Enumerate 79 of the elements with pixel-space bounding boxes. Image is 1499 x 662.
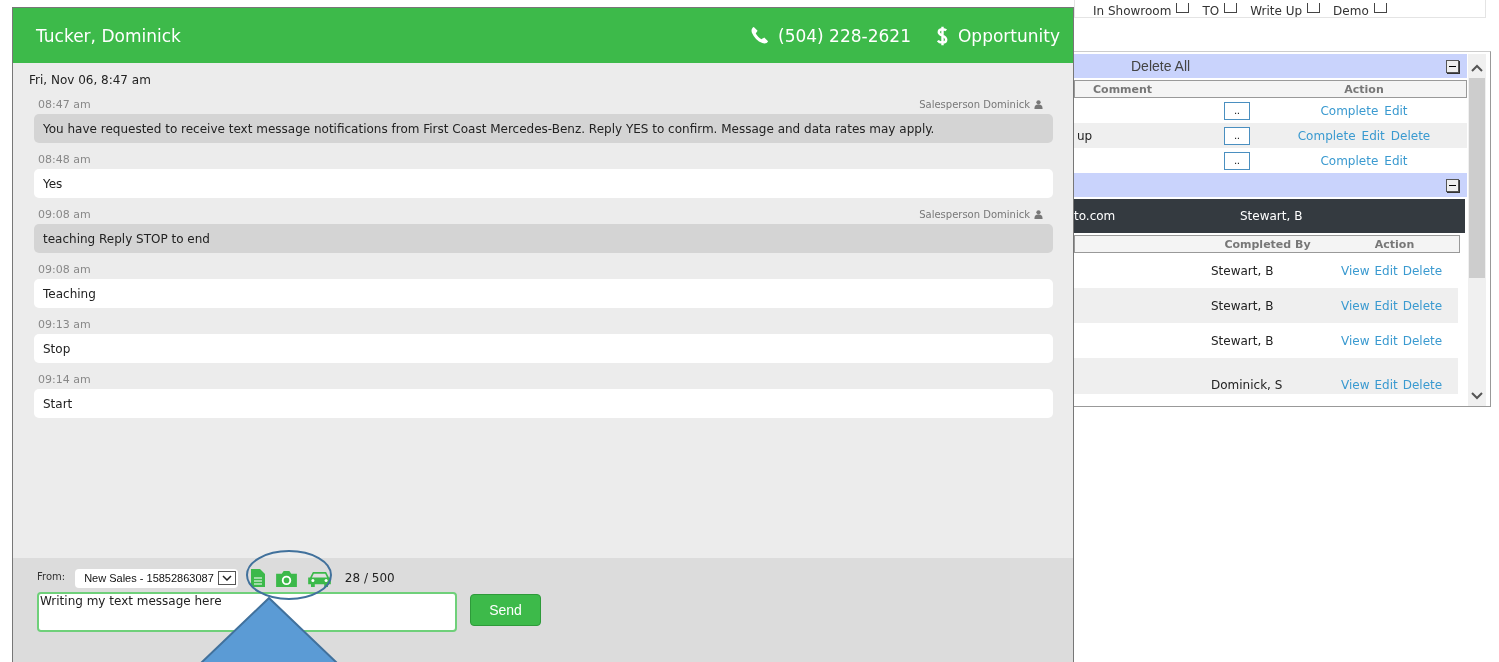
action-link[interactable]: Edit bbox=[1374, 298, 1398, 313]
more-button[interactable]: .. bbox=[1224, 151, 1250, 170]
sent-message: teaching Reply STOP to end bbox=[34, 224, 1053, 253]
checkbox[interactable] bbox=[1176, 3, 1190, 13]
car-icon[interactable] bbox=[307, 569, 331, 587]
action-link[interactable]: Delete bbox=[1402, 333, 1443, 348]
table-cell-text: Stewart, B bbox=[1210, 333, 1275, 348]
more-button[interactable]: .. bbox=[1224, 126, 1250, 145]
conversation-date: Fri, Nov 06, 8:47 am bbox=[29, 73, 152, 87]
action-link[interactable]: Edit bbox=[1374, 263, 1398, 278]
received-message: Teaching bbox=[34, 279, 1053, 308]
action-link[interactable]: Complete bbox=[1297, 128, 1356, 143]
action-link[interactable]: Complete bbox=[1320, 153, 1379, 168]
table-cell: Stewart, B bbox=[1240, 209, 1303, 223]
message-time: 09:08 am bbox=[38, 207, 91, 221]
table-cell: up bbox=[1077, 128, 1093, 143]
column-header: Action bbox=[1373, 237, 1416, 251]
action-link[interactable]: Delete bbox=[1402, 263, 1443, 278]
action-link[interactable]: View bbox=[1341, 333, 1370, 348]
action-link[interactable]: View bbox=[1341, 378, 1370, 392]
collapse-button[interactable] bbox=[1446, 59, 1459, 73]
checkbox-label: Demo bbox=[1333, 5, 1369, 17]
table-cell-text: Stewart, B bbox=[1210, 263, 1275, 278]
sender-name: Salesperson Dominick bbox=[919, 98, 1030, 110]
phone-number[interactable]: (504) 228-2621 bbox=[778, 25, 911, 46]
scrollbar[interactable] bbox=[1468, 54, 1486, 406]
received-message: Yes bbox=[34, 169, 1053, 198]
checkbox[interactable] bbox=[1224, 3, 1238, 13]
message-time: 08:48 am bbox=[38, 152, 91, 166]
action-link[interactable]: Delete bbox=[1402, 378, 1443, 392]
from-dropdown[interactable]: New Sales - 15852863087 bbox=[75, 568, 238, 588]
message-field[interactable]: Writing my text message here bbox=[37, 592, 457, 632]
more-button[interactable]: .. bbox=[1224, 101, 1250, 120]
character-count: 28 / 500 bbox=[344, 571, 395, 585]
delete-all-link[interactable]: Delete All bbox=[1131, 58, 1191, 74]
checkbox-label: In Showroom bbox=[1093, 5, 1172, 17]
message-time: 08:47 am bbox=[38, 97, 91, 111]
table-cell-text: Dominick, S bbox=[1210, 378, 1284, 392]
message-time: 09:08 am bbox=[38, 262, 91, 276]
dollar-icon bbox=[935, 24, 949, 47]
checkbox[interactable] bbox=[1373, 3, 1387, 13]
column-header: Action bbox=[1343, 82, 1385, 96]
action-link[interactable]: Edit bbox=[1384, 103, 1408, 118]
action-link[interactable]: View bbox=[1341, 298, 1370, 313]
action-link[interactable]: Edit bbox=[1374, 378, 1398, 392]
checkbox-label: TO bbox=[1202, 5, 1220, 17]
table-cell-text: Stewart, B bbox=[1210, 298, 1275, 313]
caret-icon bbox=[221, 575, 232, 581]
action-link[interactable]: Delete bbox=[1390, 128, 1431, 143]
collapse-button[interactable] bbox=[1446, 178, 1459, 192]
camera-icon[interactable] bbox=[275, 569, 297, 587]
action-link[interactable]: View bbox=[1341, 263, 1370, 278]
action-link[interactable]: Edit bbox=[1384, 153, 1408, 168]
from-label: From: bbox=[37, 570, 66, 582]
send-button[interactable]: Send bbox=[470, 594, 541, 626]
sent-message: You have requested to receive text message notifications from First Coast Mercedes-Benz. Reply YES to confirm. Message and data rates may apply. bbox=[34, 114, 1053, 143]
column-header: Comment bbox=[1092, 82, 1154, 96]
action-link[interactable]: Edit bbox=[1361, 128, 1385, 143]
action-link[interactable]: Edit bbox=[1374, 333, 1398, 348]
scroll-down-icon[interactable] bbox=[1471, 392, 1483, 400]
person-icon bbox=[1034, 209, 1043, 219]
person-icon bbox=[1034, 99, 1043, 109]
action-link[interactable]: Delete bbox=[1402, 298, 1443, 313]
checkbox-label: Write Up bbox=[1250, 5, 1303, 17]
table-cell-text: to.com bbox=[1074, 209, 1117, 223]
column-header: Completed By bbox=[1223, 237, 1312, 251]
phone-icon bbox=[750, 26, 769, 45]
scrollbar-thumb[interactable] bbox=[1469, 78, 1485, 278]
received-message: Stop bbox=[34, 334, 1053, 363]
scroll-up-icon[interactable] bbox=[1471, 64, 1483, 72]
received-message: Start bbox=[34, 389, 1053, 418]
contact-name: Tucker, Dominick bbox=[36, 25, 181, 46]
checkbox[interactable] bbox=[1307, 3, 1321, 13]
opportunity-link[interactable]: Opportunity bbox=[957, 25, 1060, 46]
action-link[interactable]: Complete bbox=[1320, 103, 1379, 118]
message-time: 09:14 am bbox=[38, 372, 91, 386]
message-time: 09:13 am bbox=[38, 317, 91, 331]
document-icon[interactable] bbox=[250, 569, 265, 587]
sender-name: Salesperson Dominick bbox=[919, 208, 1030, 220]
